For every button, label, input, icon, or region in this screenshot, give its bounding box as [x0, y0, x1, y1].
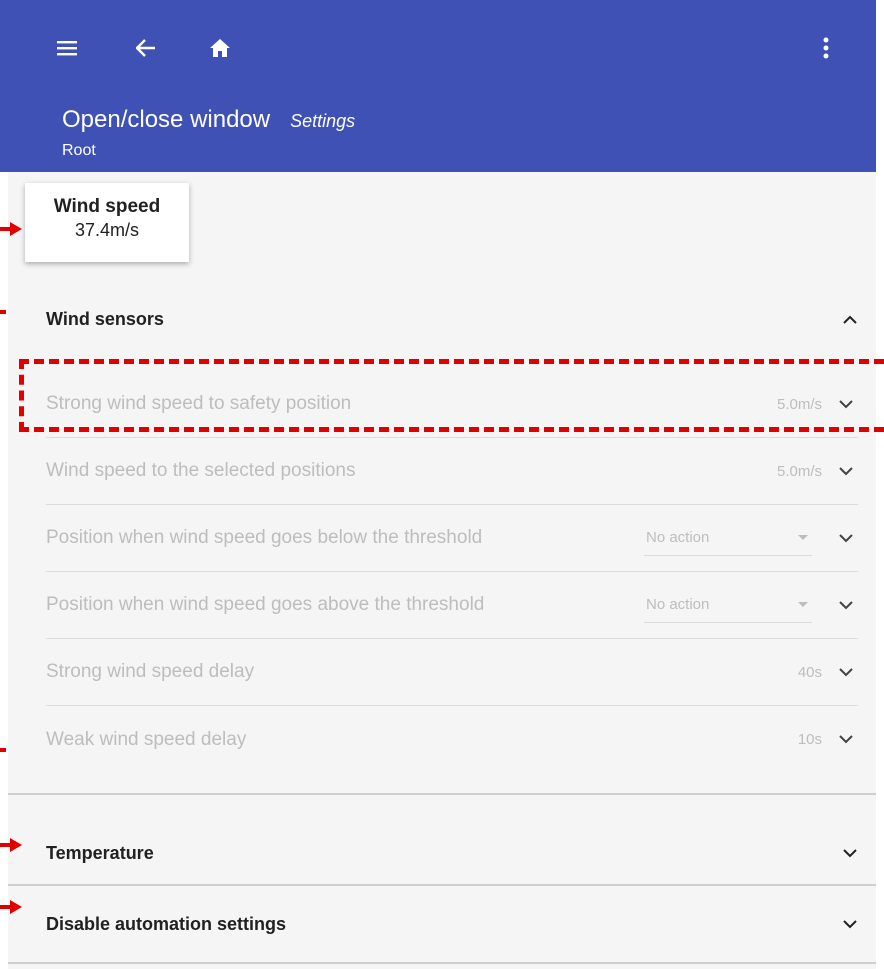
- select-value: No action: [646, 529, 710, 546]
- temperature-header[interactable]: Temperature: [46, 843, 860, 864]
- chevron-down-icon[interactable]: [840, 915, 860, 935]
- position-select[interactable]: No action: [644, 520, 812, 556]
- annotation-arrow: [0, 838, 22, 852]
- chevron-down-icon[interactable]: [834, 526, 858, 550]
- app-bar: Open/close window Settings Root: [0, 0, 876, 172]
- more-vertical-icon[interactable]: [808, 30, 844, 66]
- setting-row-weak-wind-delay[interactable]: Weak wind speed delay 10s: [46, 706, 858, 773]
- disable-automation-header[interactable]: Disable automation settings: [46, 914, 860, 935]
- annotation-arrow: [0, 900, 22, 914]
- page-title: Open/close window: [62, 106, 271, 133]
- divider: [8, 884, 876, 886]
- annotation-mark: [0, 310, 6, 314]
- wind-sensors-title: Wind sensors: [46, 309, 164, 329]
- divider: [8, 962, 876, 964]
- select-value: No action: [646, 596, 710, 613]
- annotation-arrow: [0, 222, 22, 236]
- dropdown-arrow-icon: [798, 601, 808, 607]
- setting-value: 40s: [797, 663, 822, 681]
- chevron-down-icon[interactable]: [840, 844, 860, 864]
- menu-icon[interactable]: [49, 30, 85, 66]
- setting-value: 5.0m/s: [776, 462, 822, 480]
- wind-speed-value: 37.4m/s: [74, 220, 140, 240]
- breadcrumb[interactable]: Root: [62, 142, 96, 160]
- setting-row-position-above[interactable]: Position when wind speed goes above the …: [46, 572, 858, 639]
- divider: [8, 793, 876, 795]
- setting-row-position-below[interactable]: Position when wind speed goes below the …: [46, 505, 858, 572]
- highlight-box: [19, 359, 884, 432]
- dropdown-arrow-icon: [798, 534, 808, 540]
- wind-speed-title: Wind speed: [53, 196, 161, 217]
- setting-row-strong-wind-delay[interactable]: Strong wind speed delay 40s: [46, 639, 858, 706]
- chevron-up-icon[interactable]: [840, 310, 860, 330]
- chevron-down-icon[interactable]: [834, 459, 858, 483]
- disable-automation-title: Disable automation settings: [46, 914, 287, 934]
- title-row: Open/close window Settings: [62, 106, 355, 134]
- temperature-title: Temperature: [46, 843, 154, 863]
- setting-label: Position when wind speed goes above the …: [46, 594, 485, 615]
- chevron-down-icon[interactable]: [834, 593, 858, 617]
- home-icon[interactable]: [202, 30, 238, 66]
- setting-label: Weak wind speed delay: [46, 728, 247, 750]
- setting-label: Strong wind speed delay: [46, 661, 255, 682]
- position-select[interactable]: No action: [644, 587, 812, 623]
- wind-speed-card: Wind speed 37.4m/s: [25, 183, 189, 262]
- page-subtitle: Settings: [290, 111, 356, 131]
- chevron-down-icon[interactable]: [834, 728, 858, 752]
- annotation-mark: [0, 748, 6, 752]
- setting-row-wind-speed-selected[interactable]: Wind speed to the selected positions 5.0…: [46, 438, 858, 505]
- wind-sensors-header[interactable]: Wind sensors: [46, 309, 860, 330]
- arrow-left-icon[interactable]: [128, 30, 164, 66]
- setting-label: Position when wind speed goes below the …: [46, 527, 483, 548]
- setting-label: Wind speed to the selected positions: [46, 460, 356, 481]
- chevron-down-icon[interactable]: [834, 660, 858, 684]
- setting-value: 10s: [797, 731, 822, 748]
